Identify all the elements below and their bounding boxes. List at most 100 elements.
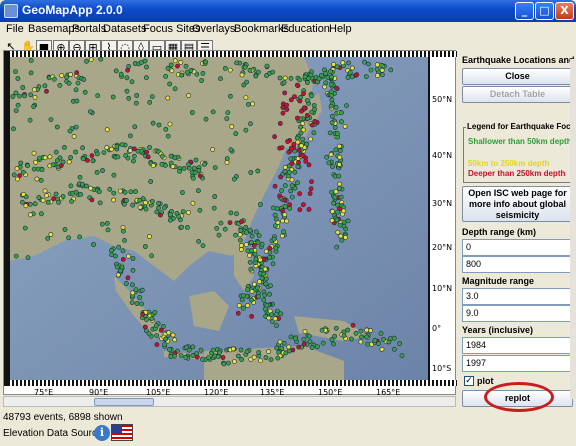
quake-point: [253, 229, 259, 235]
quake-point: [154, 209, 160, 215]
quake-point: [328, 103, 334, 109]
detach-table-button[interactable]: Detach Table: [462, 86, 573, 103]
quake-point: [159, 153, 165, 159]
quake-point: [263, 276, 269, 282]
quake-point: [358, 339, 364, 345]
quake-point: [272, 316, 278, 322]
quake-point: [364, 334, 370, 340]
depth-min-field[interactable]: 0: [462, 239, 573, 256]
horizontal-scrollbar[interactable]: [3, 396, 456, 407]
magnitude-max-field[interactable]: 9.0: [462, 305, 573, 322]
quake-point: [122, 237, 127, 243]
quake-point: [115, 154, 121, 160]
quake-point: [329, 208, 335, 214]
quake-point: [90, 158, 96, 164]
panel-scrollbar[interactable]: [570, 59, 576, 399]
menu-file[interactable]: File: [6, 23, 24, 35]
quake-point: [190, 344, 196, 350]
minimize-button[interactable]: _: [515, 2, 534, 20]
maximize-button[interactable]: □: [535, 2, 554, 20]
menu-datasets[interactable]: Datasets: [103, 23, 146, 35]
quake-point: [159, 161, 165, 167]
quake-point: [36, 195, 42, 200]
menu-portals[interactable]: Portals: [72, 23, 106, 35]
quake-point: [282, 90, 288, 96]
quake-point: [206, 355, 211, 360]
quake-point: [218, 76, 223, 82]
quake-point: [309, 109, 315, 115]
quake-point: [248, 266, 254, 272]
quake-point: [126, 95, 132, 101]
magnitude-min-field[interactable]: 3.0: [462, 288, 573, 305]
quake-point: [391, 346, 397, 352]
quake-point: [303, 158, 309, 164]
quake-point: [280, 110, 286, 116]
quake-point: [91, 242, 96, 247]
year-max-field[interactable]: 1997: [462, 355, 573, 372]
quake-point: [170, 332, 176, 338]
quake-point: [177, 169, 182, 174]
quake-point: [143, 75, 149, 81]
quake-point: [330, 164, 335, 170]
quake-point: [84, 58, 89, 64]
quake-point: [71, 134, 77, 139]
quake-point: [334, 64, 340, 69]
quake-point: [73, 149, 78, 155]
depth-max-field[interactable]: 800: [462, 256, 573, 273]
quake-point: [45, 235, 51, 241]
close-button[interactable]: Close: [462, 68, 573, 85]
quake-point: [134, 93, 140, 98]
quake-point: [203, 116, 209, 122]
map-view[interactable]: 50°N 40°N 30°N 20°N 10°N 0° 10°S 75°E 90…: [3, 50, 457, 396]
close-window-button[interactable]: X: [555, 2, 574, 20]
quake-point: [161, 205, 167, 211]
quake-point: [149, 199, 155, 204]
isc-web-button[interactable]: Open ISC web page for more info about gl…: [462, 186, 573, 222]
menu-help[interactable]: Help: [329, 23, 352, 35]
quake-point: [266, 349, 271, 354]
quake-point: [216, 350, 222, 356]
quake-point: [257, 257, 263, 263]
quake-point: [300, 153, 306, 158]
quake-point: [200, 70, 206, 76]
elevation-sources-label[interactable]: Elevation Data Sources: [3, 428, 108, 439]
scroll-thumb[interactable]: [94, 398, 154, 406]
quake-point: [248, 121, 253, 127]
info-icon[interactable]: i: [94, 425, 110, 441]
quake-point: [228, 210, 234, 216]
quake-point: [350, 322, 356, 328]
quake-point: [363, 74, 369, 79]
quake-point: [331, 200, 337, 206]
quake-point: [316, 76, 322, 82]
quake-point: [130, 158, 136, 164]
menu-overlays[interactable]: Overlays: [192, 23, 235, 35]
quake-point: [220, 355, 226, 360]
us-flag-icon[interactable]: [111, 424, 133, 441]
quake-point: [289, 183, 295, 189]
quake-point: [69, 198, 74, 204]
plot-checkbox[interactable]: ✓: [464, 376, 474, 386]
map-canvas[interactable]: 50°N 40°N 30°N 20°N 10°N 0° 10°S 75°E 90…: [4, 51, 457, 396]
plot-label: plot: [477, 376, 494, 386]
quake-point: [121, 228, 126, 234]
quake-point: [109, 146, 114, 152]
quake-point: [28, 70, 34, 76]
quake-point: [299, 108, 304, 114]
quake-point: [109, 252, 114, 257]
quake-point: [320, 340, 326, 346]
quake-point: [235, 353, 241, 359]
quake-point: [33, 159, 38, 165]
quake-point: [197, 173, 203, 179]
menu-education[interactable]: Education: [281, 23, 330, 35]
highlight-circle: [484, 382, 554, 412]
quake-point: [258, 358, 263, 364]
quake-point: [68, 72, 73, 77]
quake-point: [379, 67, 385, 73]
quake-point: [282, 169, 288, 174]
quake-point: [196, 168, 202, 173]
year-min-field[interactable]: 1984: [462, 337, 573, 354]
quake-point: [336, 173, 342, 179]
quake-point: [140, 311, 146, 317]
quake-point: [274, 311, 279, 317]
quake-point: [216, 232, 222, 238]
